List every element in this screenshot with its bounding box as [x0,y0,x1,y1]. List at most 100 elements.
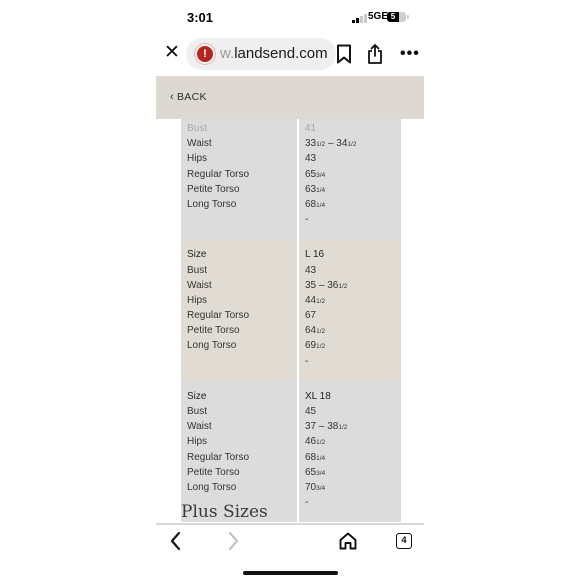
measurement-value: 691/2 [305,338,325,354]
table-row: Regular Torso 681/4 [181,450,401,465]
warning-icon[interactable]: ! [194,43,216,65]
measurement-label: Long Torso [187,340,237,352]
measurement-label: Size [187,249,207,261]
measurement-value: 67 [305,308,316,323]
value-number: 44 [305,294,317,306]
table-row: Waist 35 – 361/2 [181,278,401,293]
value-number: 68 [305,198,317,210]
back-label: BACK [176,91,207,103]
measurement-value: 631/4 [305,182,325,198]
fraction: 1/2 [316,343,326,351]
fraction: 1/2 [316,439,326,447]
table-row: Bust 41 [181,121,401,136]
measurement-label: Petite Torso [187,466,240,478]
table-row: Long Torso 703/4 [181,480,401,495]
table-row: Bust 45 [181,404,401,419]
home-indicator [243,571,338,575]
table-row: Size XL 18 [181,389,401,404]
table-row: Petite Torso 653/4 [181,465,401,480]
measurement-value: 43 [305,263,316,278]
fraction: 1/2 [347,141,357,149]
close-icon[interactable]: ✕ [163,43,181,62]
value-number: 45 [305,406,317,417]
network-label: 5GE [368,11,389,22]
table-row: Waist 331/2 – 341/2 [181,136,401,151]
chevron-right-icon[interactable] [224,530,242,552]
range-separator: – [316,421,328,433]
signal-icon [352,14,367,23]
table-row: Long Torso 681/4 [181,197,401,212]
measurement-label: Hips [187,294,208,306]
status-bar: 3:01 5GE 5 [156,0,424,36]
table-row: Petite Torso 631/4 [181,182,401,197]
value-number: 43 [305,153,317,165]
share-icon[interactable] [366,43,384,65]
measurement-label: Petite Torso [187,183,240,195]
value-number: 43 [305,264,317,276]
measurement-label: Bust [187,264,208,276]
measurement-value: 681/4 [305,450,325,466]
fraction: 1/2 [316,328,326,336]
measurement-label: Bust [187,406,208,417]
value-number: 36 [327,279,339,291]
measurement-label: Hips [187,153,208,165]
fraction: 3/4 [316,171,326,179]
fraction: 3/4 [316,484,326,492]
bookmark-icon[interactable] [336,44,352,64]
table-row: Hips 461/2 [181,434,401,449]
battery-level: 5 [390,12,396,21]
more-icon[interactable]: ••• [400,45,420,63]
value-number: 38 [327,421,339,433]
value-number: 64 [305,325,317,337]
fraction: 1/2 [338,424,348,432]
fraction: 1/2 [338,282,348,290]
table-row: Waist 37 – 381/2 [181,419,401,434]
value-number: 63 [305,183,317,195]
chevron-left-icon[interactable] [167,530,185,552]
measurement-value: 331/2 – 341/2 [305,136,356,152]
table-row: Petite Torso 641/2 [181,323,401,338]
toolbar-divider [156,523,424,525]
table-row: Regular Torso 653/4 [181,167,401,182]
range-separator: – [316,279,328,291]
measurement-label: Bust [187,123,208,134]
value-number: 41 [305,123,317,134]
measurement-value: L 16 [305,247,324,262]
measurement-value: 461/2 [305,434,325,450]
measurement-value: 35 – 361/2 [305,278,347,294]
battery-nub [407,15,409,19]
measurement-value: - [305,495,308,510]
measurement-label: Long Torso [187,198,237,210]
address-bar[interactable]: ! w.landsend.com [186,38,336,70]
fraction: 1/4 [316,454,326,462]
size-block-m: Bust 41 Waist 331/2 – 341/2 Hips 43 Regular To… [181,119,401,240]
battery-icon: 5 [387,12,406,22]
back-link[interactable]: ‹ BACK [170,91,207,103]
value-number: 33 [305,138,317,150]
measurement-value: 653/4 [305,167,325,183]
value-number: 37 [305,421,317,433]
page-header: ‹ BACK [156,76,424,119]
table-row: - [181,212,401,227]
measurement-value: 41 [305,121,316,136]
table-row: Regular Torso 67 [181,308,401,323]
value-number: - [305,214,309,226]
measurement-value: 653/4 [305,465,325,481]
measurement-label: Hips [187,436,208,448]
value-number: 68 [305,451,317,463]
table-row: Hips 43 [181,151,401,166]
measurement-label: Size [187,390,207,402]
value-number: 35 [305,279,317,291]
measurement-label: Waist [187,279,212,291]
measurement-label: Waist [187,138,212,150]
browser-toolbar: ✕ ! w.landsend.com ••• [156,36,424,76]
value-number: 65 [305,466,317,478]
home-icon[interactable] [338,531,358,551]
measurement-value: 641/2 [305,323,325,339]
tabs-icon[interactable]: 4 [396,533,412,549]
fraction: 1/4 [316,201,326,209]
table-row: - [181,354,401,369]
value-number: 34 [336,138,348,150]
size-chart-table: Bust 41 Waist 331/2 – 341/2 Hips 43 Regular To… [181,119,401,523]
size-block: Size L 16 Bust 43 Waist 35 – 361/2 Hips 441/2 Re… [181,239,401,381]
